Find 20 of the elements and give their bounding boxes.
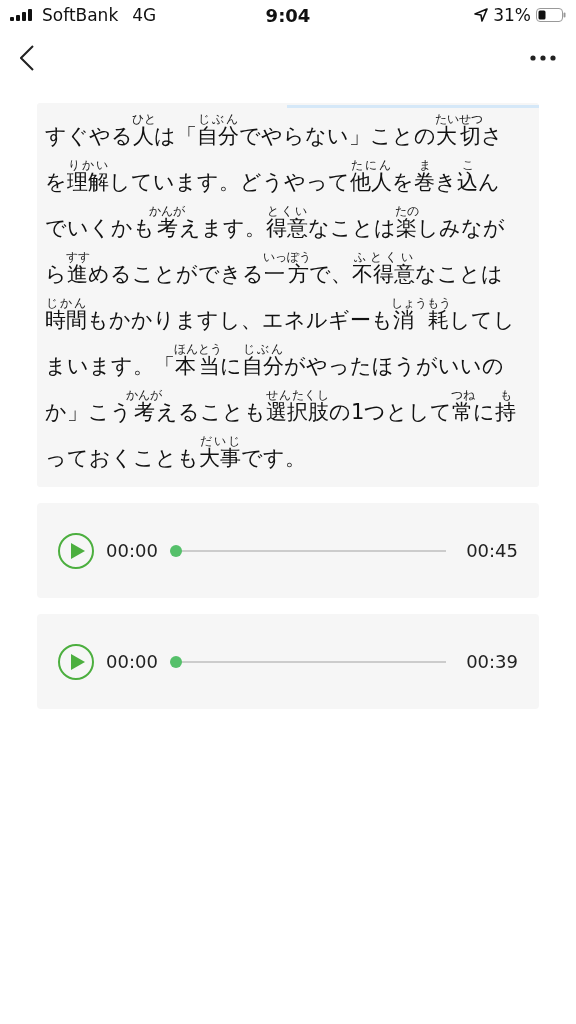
battery-icon (536, 8, 566, 22)
signal-icon (10, 9, 34, 21)
battery-percent: 31% (493, 5, 531, 25)
play-icon (70, 653, 85, 670)
location-arrow-icon (474, 8, 489, 22)
current-time: 00:00 (106, 651, 158, 672)
more-icon[interactable] (530, 55, 556, 61)
status-time: 9:04 (265, 4, 311, 26)
network-type: 4G (132, 5, 157, 25)
seek-thumb[interactable] (169, 655, 182, 668)
passage-text: すぐやる人 ひと は「自分 じぶん でやらない」ことの大切 たいせつ さ を理解 りかい しています。どうやって他人 たにん を巻 ま き 込 こ ん でいくかも 考 かんが えます。得意 とくい なことは楽 たの しみなが ら進 すす めることができる 一方 いっぽう で、不得意 ふとくい なことは 時間 じかん もかかりますし、エネルギーも消 耗 しょうもう してし まいます。「本当 ほんとう に 自分 じぶん がやったほうがいいの か」こう 考 かんが えることも選択肢 せんたくし の1つとして常 つね に持 も っておくことも 大事 だいじ です。 (45, 111, 518, 472)
duration-time: 00:45 (466, 540, 518, 561)
play-button[interactable] (58, 643, 94, 680)
play-button[interactable] (58, 532, 94, 569)
carrier-name: SoftBank (42, 5, 119, 25)
duration-time: 00:39 (466, 651, 518, 672)
back-icon[interactable] (20, 45, 34, 71)
current-time: 00:00 (106, 540, 158, 561)
play-icon (70, 542, 85, 559)
seek-thumb[interactable] (169, 544, 182, 557)
